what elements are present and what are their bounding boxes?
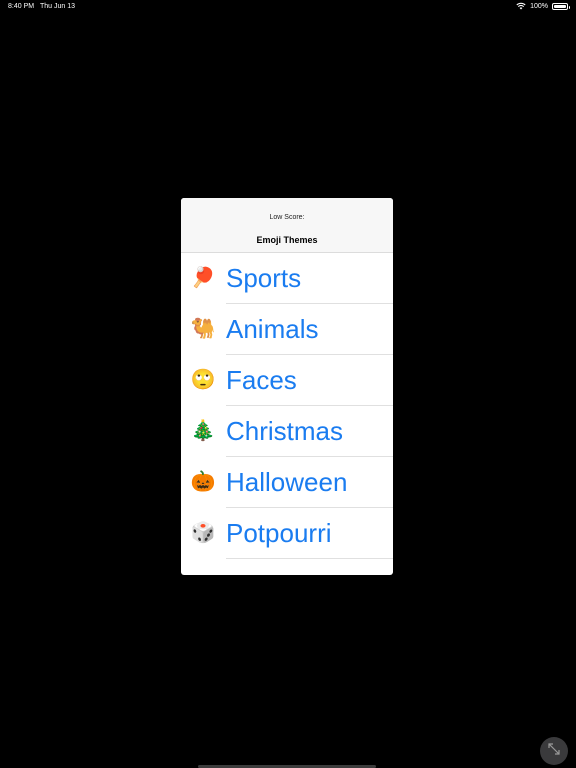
low-score-label: Low Score: xyxy=(269,214,305,221)
theme-label: Sports xyxy=(226,263,302,293)
theme-label: Potpourri xyxy=(226,518,332,548)
theme-label: Faces xyxy=(226,365,297,395)
theme-list: 🏓 Sports 🐫 Animals 🙄 Faces 🎄 Christmas 🎃 Hallowee… xyxy=(181,253,393,559)
status-bar: 8:40 PM Thu Jun 13 100% xyxy=(0,0,576,14)
status-date: Thu Jun 13 xyxy=(40,3,76,10)
expand-button[interactable] xyxy=(540,737,568,765)
die-icon: 🎲 xyxy=(190,522,216,544)
theme-item-halloween[interactable]: 🎃 Halloween xyxy=(181,457,393,508)
theme-item-potpourri[interactable]: 🎲 Potpourri xyxy=(181,508,393,559)
theme-item-sports[interactable]: 🏓 Sports xyxy=(181,253,393,304)
jack-o-lantern-icon: 🎃 xyxy=(190,471,216,493)
theme-item-faces[interactable]: 🙄 Faces xyxy=(181,355,393,406)
theme-label: Christmas xyxy=(226,416,344,446)
theme-item-christmas[interactable]: 🎄 Christmas xyxy=(181,406,393,457)
wifi-icon xyxy=(516,2,526,10)
expand-arrows-icon xyxy=(548,742,560,760)
status-right: 100% xyxy=(516,2,570,10)
theme-label: Halloween xyxy=(226,467,348,497)
status-time: 8:40 PM xyxy=(8,3,35,10)
theme-item-animals[interactable]: 🐫 Animals xyxy=(181,304,393,355)
theme-label: Animals xyxy=(226,314,319,344)
christmas-tree-icon: 🎄 xyxy=(190,420,216,442)
ping-pong-icon: 🏓 xyxy=(190,267,216,289)
emoji-themes-popover: Low Score: Emoji Themes 🏓 Sports 🐫 Animals 🙄… xyxy=(181,198,393,575)
popover-header: Low Score: Emoji Themes xyxy=(181,198,393,253)
camel-icon: 🐫 xyxy=(190,318,216,340)
battery-icon xyxy=(552,2,570,10)
screen: 8:40 PM Thu Jun 13 100% Low Score: Emoji… xyxy=(0,0,576,768)
battery-fill xyxy=(554,4,566,8)
eye-roll-face-icon: 🙄 xyxy=(190,369,216,391)
popover-title: Emoji Themes xyxy=(256,235,318,245)
battery-percent: 100% xyxy=(530,2,548,10)
